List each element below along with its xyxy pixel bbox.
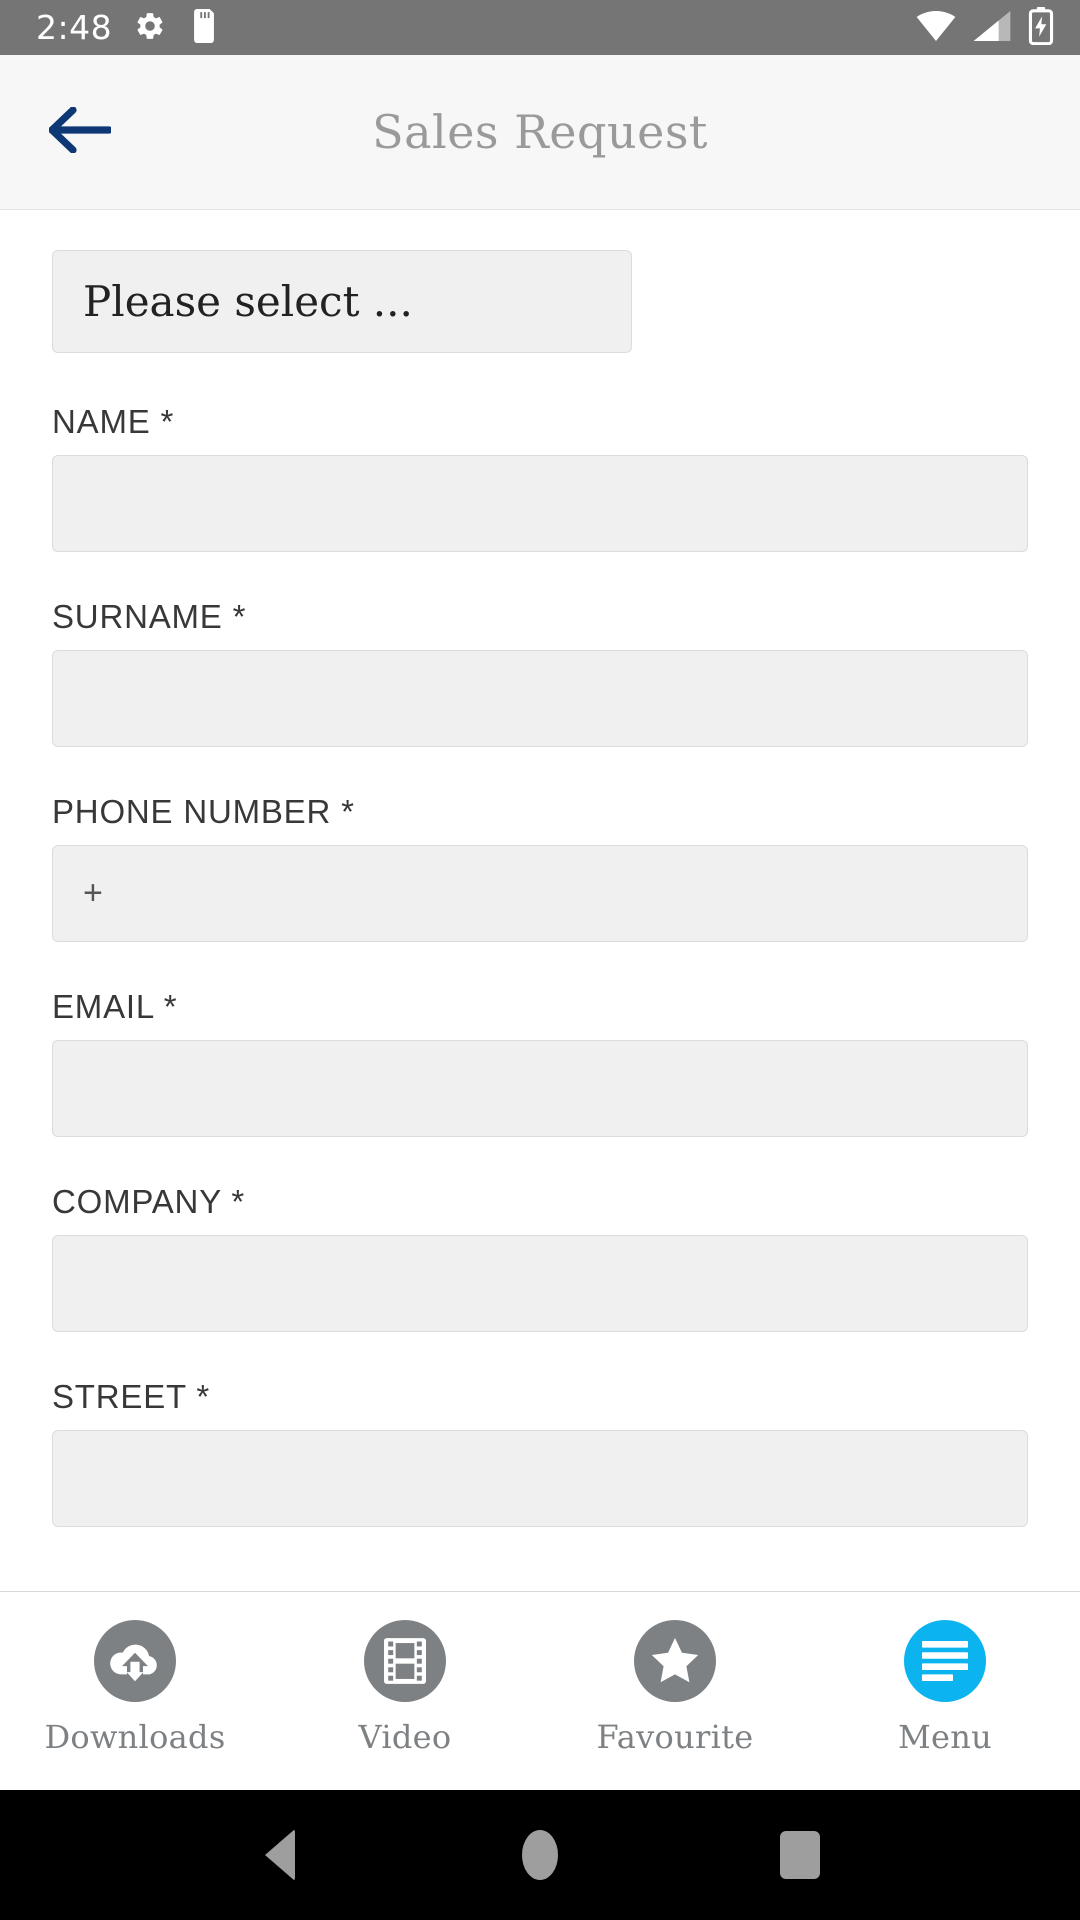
arrow-left-icon [48, 106, 113, 157]
star-icon [634, 1620, 716, 1702]
tab-menu[interactable]: Menu [810, 1620, 1080, 1756]
email-input[interactable] [52, 1040, 1028, 1137]
field-label-surname: SURNAME * [52, 598, 247, 635]
gear-icon [134, 10, 166, 46]
page-title: Sales Request [372, 105, 708, 159]
android-home-button[interactable] [480, 1795, 600, 1915]
tab-video[interactable]: Video [270, 1620, 540, 1756]
field-name: NAME * [52, 403, 1028, 552]
phone-number-input-value: + [83, 874, 103, 912]
cloud-download-icon [94, 1620, 176, 1702]
hamburger-menu-icon [904, 1620, 986, 1702]
field-label-company: COMPANY * [52, 1183, 246, 1220]
tab-label-video: Video [358, 1718, 452, 1756]
bottom-tab-bar: Downloads Video Favourite Menu [0, 1592, 1080, 1790]
status-bar-right [916, 6, 1054, 49]
back-triangle-icon [265, 1829, 295, 1881]
field-label-street: STREET * [52, 1378, 210, 1415]
status-bar: 2:48 [0, 0, 1080, 55]
film-strip-icon [364, 1620, 446, 1702]
phone-number-input[interactable]: + [52, 845, 1028, 942]
status-bar-left: 2:48 [36, 8, 220, 47]
category-select[interactable]: Please select ... [52, 250, 632, 353]
tab-favourite[interactable]: Favourite [540, 1620, 810, 1756]
form-scroll-area[interactable]: Please select ... NAME * SURNAME * PHONE… [0, 210, 1080, 1592]
tab-label-favourite: Favourite [596, 1718, 754, 1756]
street-input[interactable] [52, 1430, 1028, 1527]
field-label-phone-number: PHONE NUMBER * [52, 793, 355, 830]
sales-request-form: Please select ... NAME * SURNAME * PHONE… [0, 210, 1080, 1527]
phone-screen: 2:48 Sales Request Please select ... NAM… [0, 0, 1080, 1920]
field-email: EMAIL * [52, 988, 1028, 1137]
cellular-signal-icon [973, 10, 1011, 45]
field-street: STREET * [52, 1378, 1028, 1527]
status-clock: 2:48 [36, 8, 113, 47]
android-navigation-bar [0, 1790, 1080, 1920]
field-phone-number: PHONE NUMBER * + [52, 793, 1028, 942]
wifi-icon [916, 10, 956, 45]
back-button[interactable] [30, 82, 130, 182]
tab-downloads[interactable]: Downloads [0, 1620, 270, 1756]
field-label-email: EMAIL * [52, 988, 178, 1025]
recents-square-icon [780, 1831, 820, 1879]
sd-card-icon [188, 8, 220, 47]
name-input[interactable] [52, 455, 1028, 552]
tab-label-downloads: Downloads [44, 1718, 226, 1756]
app-header: Sales Request [0, 55, 1080, 210]
home-circle-icon [522, 1830, 558, 1880]
android-back-button[interactable] [220, 1795, 340, 1915]
category-select-value: Please select ... [83, 277, 413, 326]
field-company: COMPANY * [52, 1183, 1028, 1332]
field-label-name: NAME * [52, 403, 175, 440]
surname-input[interactable] [52, 650, 1028, 747]
company-input[interactable] [52, 1235, 1028, 1332]
tab-label-menu: Menu [897, 1718, 993, 1756]
battery-charging-icon [1028, 6, 1054, 49]
field-surname: SURNAME * [52, 598, 1028, 747]
android-recents-button[interactable] [740, 1795, 860, 1915]
